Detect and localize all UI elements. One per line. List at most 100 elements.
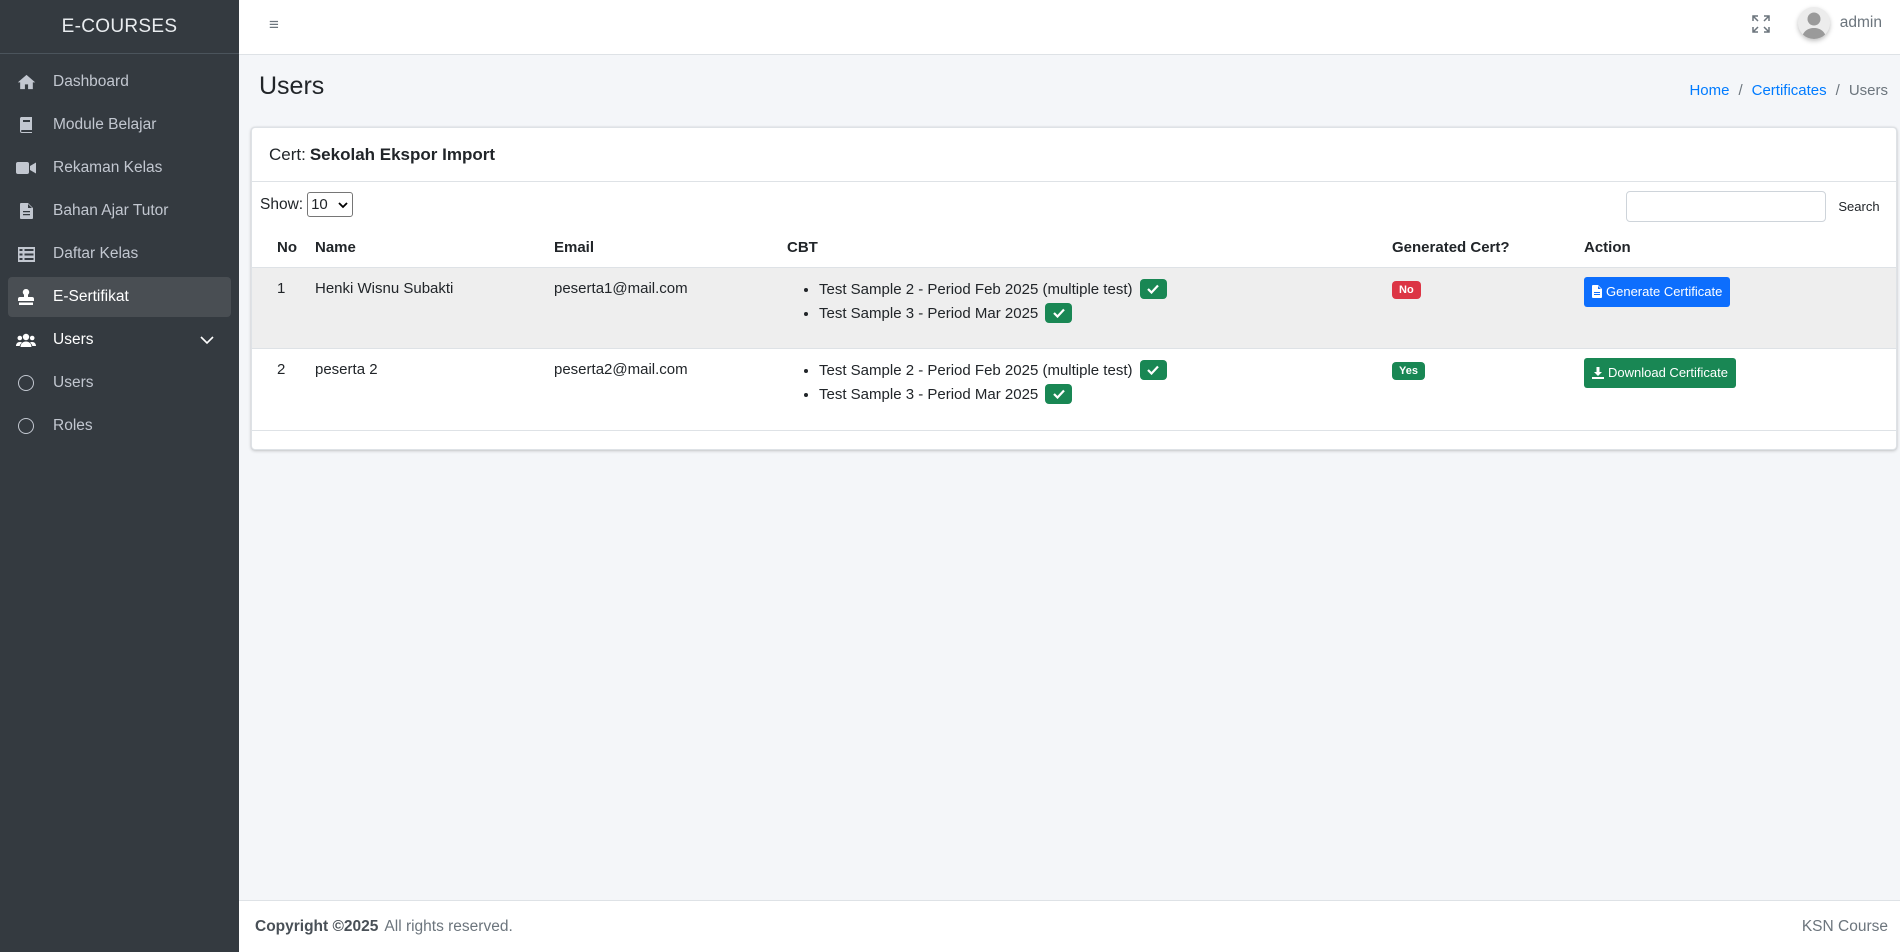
cell-name: peserta 2 [315, 348, 554, 431]
table-row: 2 peserta 2 peserta2@mail.com Test Sampl… [252, 348, 1896, 431]
show-label: Show: [260, 195, 304, 213]
sidebar-item-label: Roles [53, 417, 93, 434]
cell-cbt: Test Sample 2 - Period Feb 2025 (multipl… [787, 267, 1392, 349]
sidebar-item-label: Rekaman Kelas [53, 159, 163, 176]
cell-generated: Yes [1392, 348, 1584, 431]
cbt-test-name: Test Sample 3 - Period Mar 2025 [819, 385, 1039, 403]
sidebar-nav: Dashboard Module Belajar Rekaman Kelas B… [0, 54, 239, 457]
breadcrumb-separator: / [1835, 82, 1840, 99]
footer-brand: KSN Course [1801, 917, 1888, 935]
fullscreen-icon[interactable] [1752, 15, 1770, 33]
cert-name: Sekolah Ekspor Import [309, 144, 496, 164]
sidebar-subitem-roles[interactable]: Roles [8, 406, 231, 446]
status-badge: Yes [1392, 361, 1425, 380]
brand-logo-text[interactable]: E-COURSES [0, 0, 239, 54]
sidebar-item-rekaman-kelas[interactable]: Rekaman Kelas [8, 148, 231, 188]
column-header-generated-cert[interactable]: Generated Cert? [1392, 228, 1584, 268]
cbt-test-name: Test Sample 2 - Period Feb 2025 (multipl… [819, 361, 1133, 379]
footer-copyright: Copyright ©2025 All rights reserved. [255, 918, 513, 936]
home-icon [16, 73, 36, 91]
card-header: Cert: Sekolah Ekspor Import [252, 128, 1896, 182]
download-certificate-button[interactable]: Download Certificate [1584, 357, 1736, 388]
avatar-icon [1797, 7, 1830, 39]
circle-icon [18, 418, 34, 434]
sidebar-item-label: E-Sertifikat [53, 288, 129, 305]
cell-cbt: Test Sample 2 - Period Feb 2025 (multipl… [787, 348, 1392, 431]
video-icon [16, 159, 36, 177]
search-input[interactable] [1626, 191, 1826, 222]
cell-email: peserta1@mail.com [554, 267, 787, 349]
generate-certificate-button[interactable]: Generate Certificate [1584, 276, 1731, 307]
menu-toggle-icon[interactable]: ≡ [269, 15, 279, 35]
breadcrumb-home-link[interactable]: Home [1689, 82, 1729, 99]
cert-label: Cert: [269, 144, 306, 164]
page-size-value: 10 [311, 196, 328, 213]
button-label: Download Certificate [1608, 365, 1728, 380]
sidebar-item-label: Bahan Ajar Tutor [53, 202, 169, 219]
table-header-row: No Name Email CBT Generated Cert? Action [252, 228, 1896, 268]
breadcrumb-certificates-link[interactable]: Certificates [1752, 82, 1827, 99]
breadcrumb-separator: / [1738, 82, 1743, 99]
cbt-item: Test Sample 3 - Period Mar 2025 [819, 383, 1392, 409]
column-header-name[interactable]: Name [315, 228, 554, 268]
stamp-icon [16, 288, 36, 306]
column-header-cbt[interactable]: CBT [787, 228, 1392, 268]
cbt-list: Test Sample 2 - Period Feb 2025 (multipl… [787, 278, 1392, 328]
table-controls: Show: 10 Search [252, 182, 1896, 228]
cell-generated: No [1392, 267, 1584, 349]
button-label: Generate Certificate [1606, 284, 1723, 299]
page-title: Users [259, 72, 325, 100]
chevron-down-icon [338, 201, 348, 208]
sidebar-item-e-sertifikat[interactable]: E-Sertifikat [8, 277, 231, 317]
cbt-item: Test Sample 2 - Period Feb 2025 (multipl… [819, 359, 1392, 385]
page-size-control: Show: 10 [260, 192, 354, 217]
cbt-test-name: Test Sample 3 - Period Mar 2025 [819, 304, 1039, 322]
download-icon [1592, 366, 1604, 379]
sidebar-item-users[interactable]: Users [8, 320, 231, 360]
sidebar: E-COURSES Dashboard Module Belajar Rekam… [0, 0, 239, 952]
column-header-action[interactable]: Action [1584, 228, 1896, 268]
users-table: No Name Email CBT Generated Cert? Action… [252, 228, 1896, 431]
topbar: ≡ admin [239, 0, 1900, 55]
cbt-list: Test Sample 2 - Period Feb 2025 (multipl… [787, 359, 1392, 409]
copyright-text: Copyright ©2025 [255, 917, 379, 935]
rights-text: All rights reserved. [384, 917, 513, 935]
user-menu[interactable]: admin [1797, 7, 1882, 39]
column-header-no[interactable]: No [252, 228, 315, 268]
sidebar-item-daftar-kelas[interactable]: Daftar Kelas [8, 234, 231, 274]
page-size-select[interactable]: 10 [307, 192, 354, 217]
sidebar-item-module-belajar[interactable]: Module Belajar [8, 105, 231, 145]
cbt-test-name: Test Sample 2 - Period Feb 2025 (multipl… [819, 280, 1133, 298]
breadcrumb: Home / Certificates / Users [1689, 82, 1888, 99]
column-header-email[interactable]: Email [554, 228, 787, 268]
users-card: Cert: Sekolah Ekspor Import Show: 10 Sea… [251, 127, 1897, 450]
sidebar-item-label: Users [53, 331, 94, 348]
cell-action: Generate Certificate [1584, 267, 1896, 349]
cell-action: Download Certificate [1584, 348, 1896, 431]
sidebar-item-dashboard[interactable]: Dashboard [8, 62, 231, 102]
check-icon [1045, 383, 1073, 404]
cbt-item: Test Sample 2 - Period Feb 2025 (multipl… [819, 278, 1392, 304]
file-pdf-icon [1592, 285, 1602, 298]
cbt-item: Test Sample 3 - Period Mar 2025 [819, 302, 1392, 328]
cell-name: Henki Wisnu Subakti [315, 267, 554, 349]
circle-icon [18, 375, 34, 391]
sidebar-item-bahan-ajar-tutor[interactable]: Bahan Ajar Tutor [8, 191, 231, 231]
table-row: 1 Henki Wisnu Subakti peserta1@mail.com … [252, 267, 1896, 349]
sidebar-subitem-users[interactable]: Users [8, 363, 231, 403]
chevron-down-icon [200, 336, 214, 345]
user-name: admin [1839, 14, 1882, 31]
sidebar-item-label: Dashboard [53, 73, 129, 90]
sidebar-item-label: Users [53, 374, 94, 391]
cell-no: 1 [252, 267, 315, 349]
search-button[interactable]: Search [1830, 191, 1888, 222]
sidebar-item-label: Daftar Kelas [53, 245, 139, 262]
users-icon [16, 331, 36, 349]
check-icon [1139, 278, 1167, 299]
list-icon [16, 245, 36, 263]
footer: Copyright ©2025 All rights reserved. KSN… [239, 900, 1900, 952]
sidebar-item-label: Module Belajar [53, 116, 157, 133]
check-icon [1139, 359, 1167, 380]
breadcrumb-current: Users [1848, 82, 1888, 99]
file-icon [16, 202, 36, 220]
